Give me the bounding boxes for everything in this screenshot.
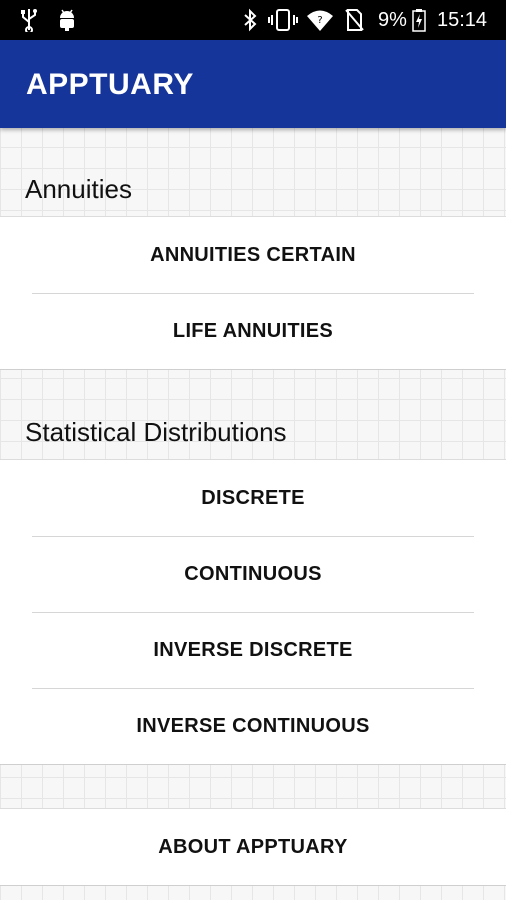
android-debug-icon [60, 9, 74, 31]
distributions-card: DISCRETE CONTINUOUS INVERSE DISCRETE INV… [0, 459, 506, 765]
wifi-icon: ? [307, 10, 333, 31]
inverse-continuous-button[interactable]: INVERSE CONTINUOUS [0, 688, 506, 764]
bluetooth-icon [244, 8, 257, 32]
no-sim-icon [345, 9, 364, 31]
section-header-statistical-distributions: Statistical Distributions [25, 417, 287, 447]
life-annuities-button[interactable]: LIFE ANNUITIES [0, 293, 506, 369]
annuities-certain-button[interactable]: ANNUITIES CERTAIN [0, 217, 506, 293]
about-apptuary-button[interactable]: ABOUT APPTUARY [0, 809, 506, 885]
annuities-card: ANNUITIES CERTAIN LIFE ANNUITIES [0, 216, 506, 370]
battery-percent: 9% [378, 9, 407, 31]
clock: 15:14 [437, 9, 488, 31]
about-card: ABOUT APPTUARY [0, 808, 506, 886]
section-header-annuities: Annuities [25, 174, 132, 204]
continuous-button[interactable]: CONTINUOUS [0, 536, 506, 612]
status-bar: ? 9% 15:14 [0, 0, 506, 40]
discrete-button[interactable]: DISCRETE [0, 460, 506, 536]
inverse-discrete-button[interactable]: INVERSE DISCRETE [0, 612, 506, 688]
app-bar: APPTUARY [0, 40, 506, 128]
usb-icon [21, 9, 37, 32]
vibrate-icon [268, 9, 298, 31]
battery-charging-icon [412, 9, 426, 32]
app-title: APPTUARY [26, 68, 194, 101]
svg-text:?: ? [317, 15, 322, 26]
